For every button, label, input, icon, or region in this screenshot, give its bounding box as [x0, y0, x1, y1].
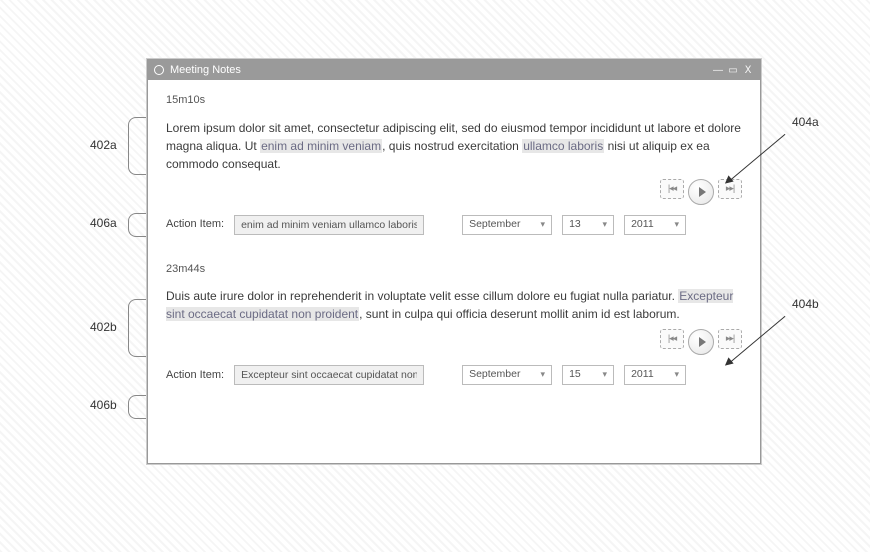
chevron-down-icon: ▾: [603, 368, 608, 382]
note-paragraph: Duis aute irure dolor in reprehenderit i…: [166, 287, 742, 323]
action-item-row: Action Item: September▾ 13▾ 2011▾: [166, 215, 742, 235]
content-area: 15m10s Lorem ipsum dolor sit amet, conse…: [148, 80, 760, 405]
brace-icon: [128, 213, 146, 237]
skip-back-icon: |◂◂: [668, 332, 676, 346]
day-select[interactable]: 15▾: [562, 365, 614, 385]
window-title: Meeting Notes: [170, 64, 706, 76]
highlight[interactable]: ullamco laboris: [522, 139, 604, 153]
play-button[interactable]: [688, 329, 714, 355]
year-select[interactable]: 2011▾: [624, 215, 686, 235]
month-select[interactable]: September▾: [462, 215, 552, 235]
month-select[interactable]: September▾: [462, 365, 552, 385]
skip-forward-icon: ▸▸|: [726, 332, 734, 346]
brace-icon: [128, 395, 146, 419]
brace-icon: [128, 299, 146, 357]
action-item-row: Action Item: September▾ 15▾ 2011▾: [166, 365, 742, 385]
meeting-notes-window: Meeting Notes — ▭ Ⅹ 15m10s Lorem ipsum d…: [147, 59, 761, 464]
chevron-down-icon: ▾: [541, 218, 546, 232]
timestamp: 15m10s: [166, 92, 742, 109]
callout-label: 402a: [90, 138, 117, 152]
minimize-button[interactable]: —: [712, 65, 724, 76]
action-item-label: Action Item:: [166, 367, 224, 384]
note-paragraph: Lorem ipsum dolor sit amet, consectetur …: [166, 119, 742, 173]
playback-controls: |◂◂ ▸▸|: [166, 179, 742, 205]
skip-back-button[interactable]: |◂◂: [660, 329, 684, 349]
action-item-input[interactable]: [234, 365, 424, 385]
action-item-input[interactable]: [234, 215, 424, 235]
callout-label: 402b: [90, 320, 117, 334]
chevron-down-icon: ▾: [603, 218, 608, 232]
skip-forward-button[interactable]: ▸▸|: [718, 329, 742, 349]
chevron-down-icon: ▾: [541, 368, 546, 382]
callout-label: 404a: [792, 115, 819, 129]
callout-label: 406a: [90, 216, 117, 230]
chevron-down-icon: ▾: [675, 218, 680, 232]
titlebar[interactable]: Meeting Notes — ▭ Ⅹ: [148, 60, 760, 80]
window-icon: [154, 65, 164, 75]
callout-label: 406b: [90, 398, 117, 412]
play-button[interactable]: [688, 179, 714, 205]
chevron-down-icon: ▾: [675, 368, 680, 382]
year-select[interactable]: 2011▾: [624, 365, 686, 385]
skip-back-icon: |◂◂: [668, 182, 676, 196]
action-item-label: Action Item:: [166, 216, 224, 233]
maximize-button[interactable]: ▭: [727, 65, 739, 76]
play-icon: [699, 187, 706, 197]
day-select[interactable]: 13▾: [562, 215, 614, 235]
timestamp: 23m44s: [166, 261, 742, 278]
close-button[interactable]: Ⅹ: [742, 65, 754, 76]
highlight[interactable]: enim ad minim veniam: [260, 139, 382, 153]
playback-controls: |◂◂ ▸▸|: [166, 329, 742, 355]
skip-back-button[interactable]: |◂◂: [660, 179, 684, 199]
brace-icon: [128, 117, 146, 175]
callout-label: 404b: [792, 297, 819, 311]
play-icon: [699, 337, 706, 347]
